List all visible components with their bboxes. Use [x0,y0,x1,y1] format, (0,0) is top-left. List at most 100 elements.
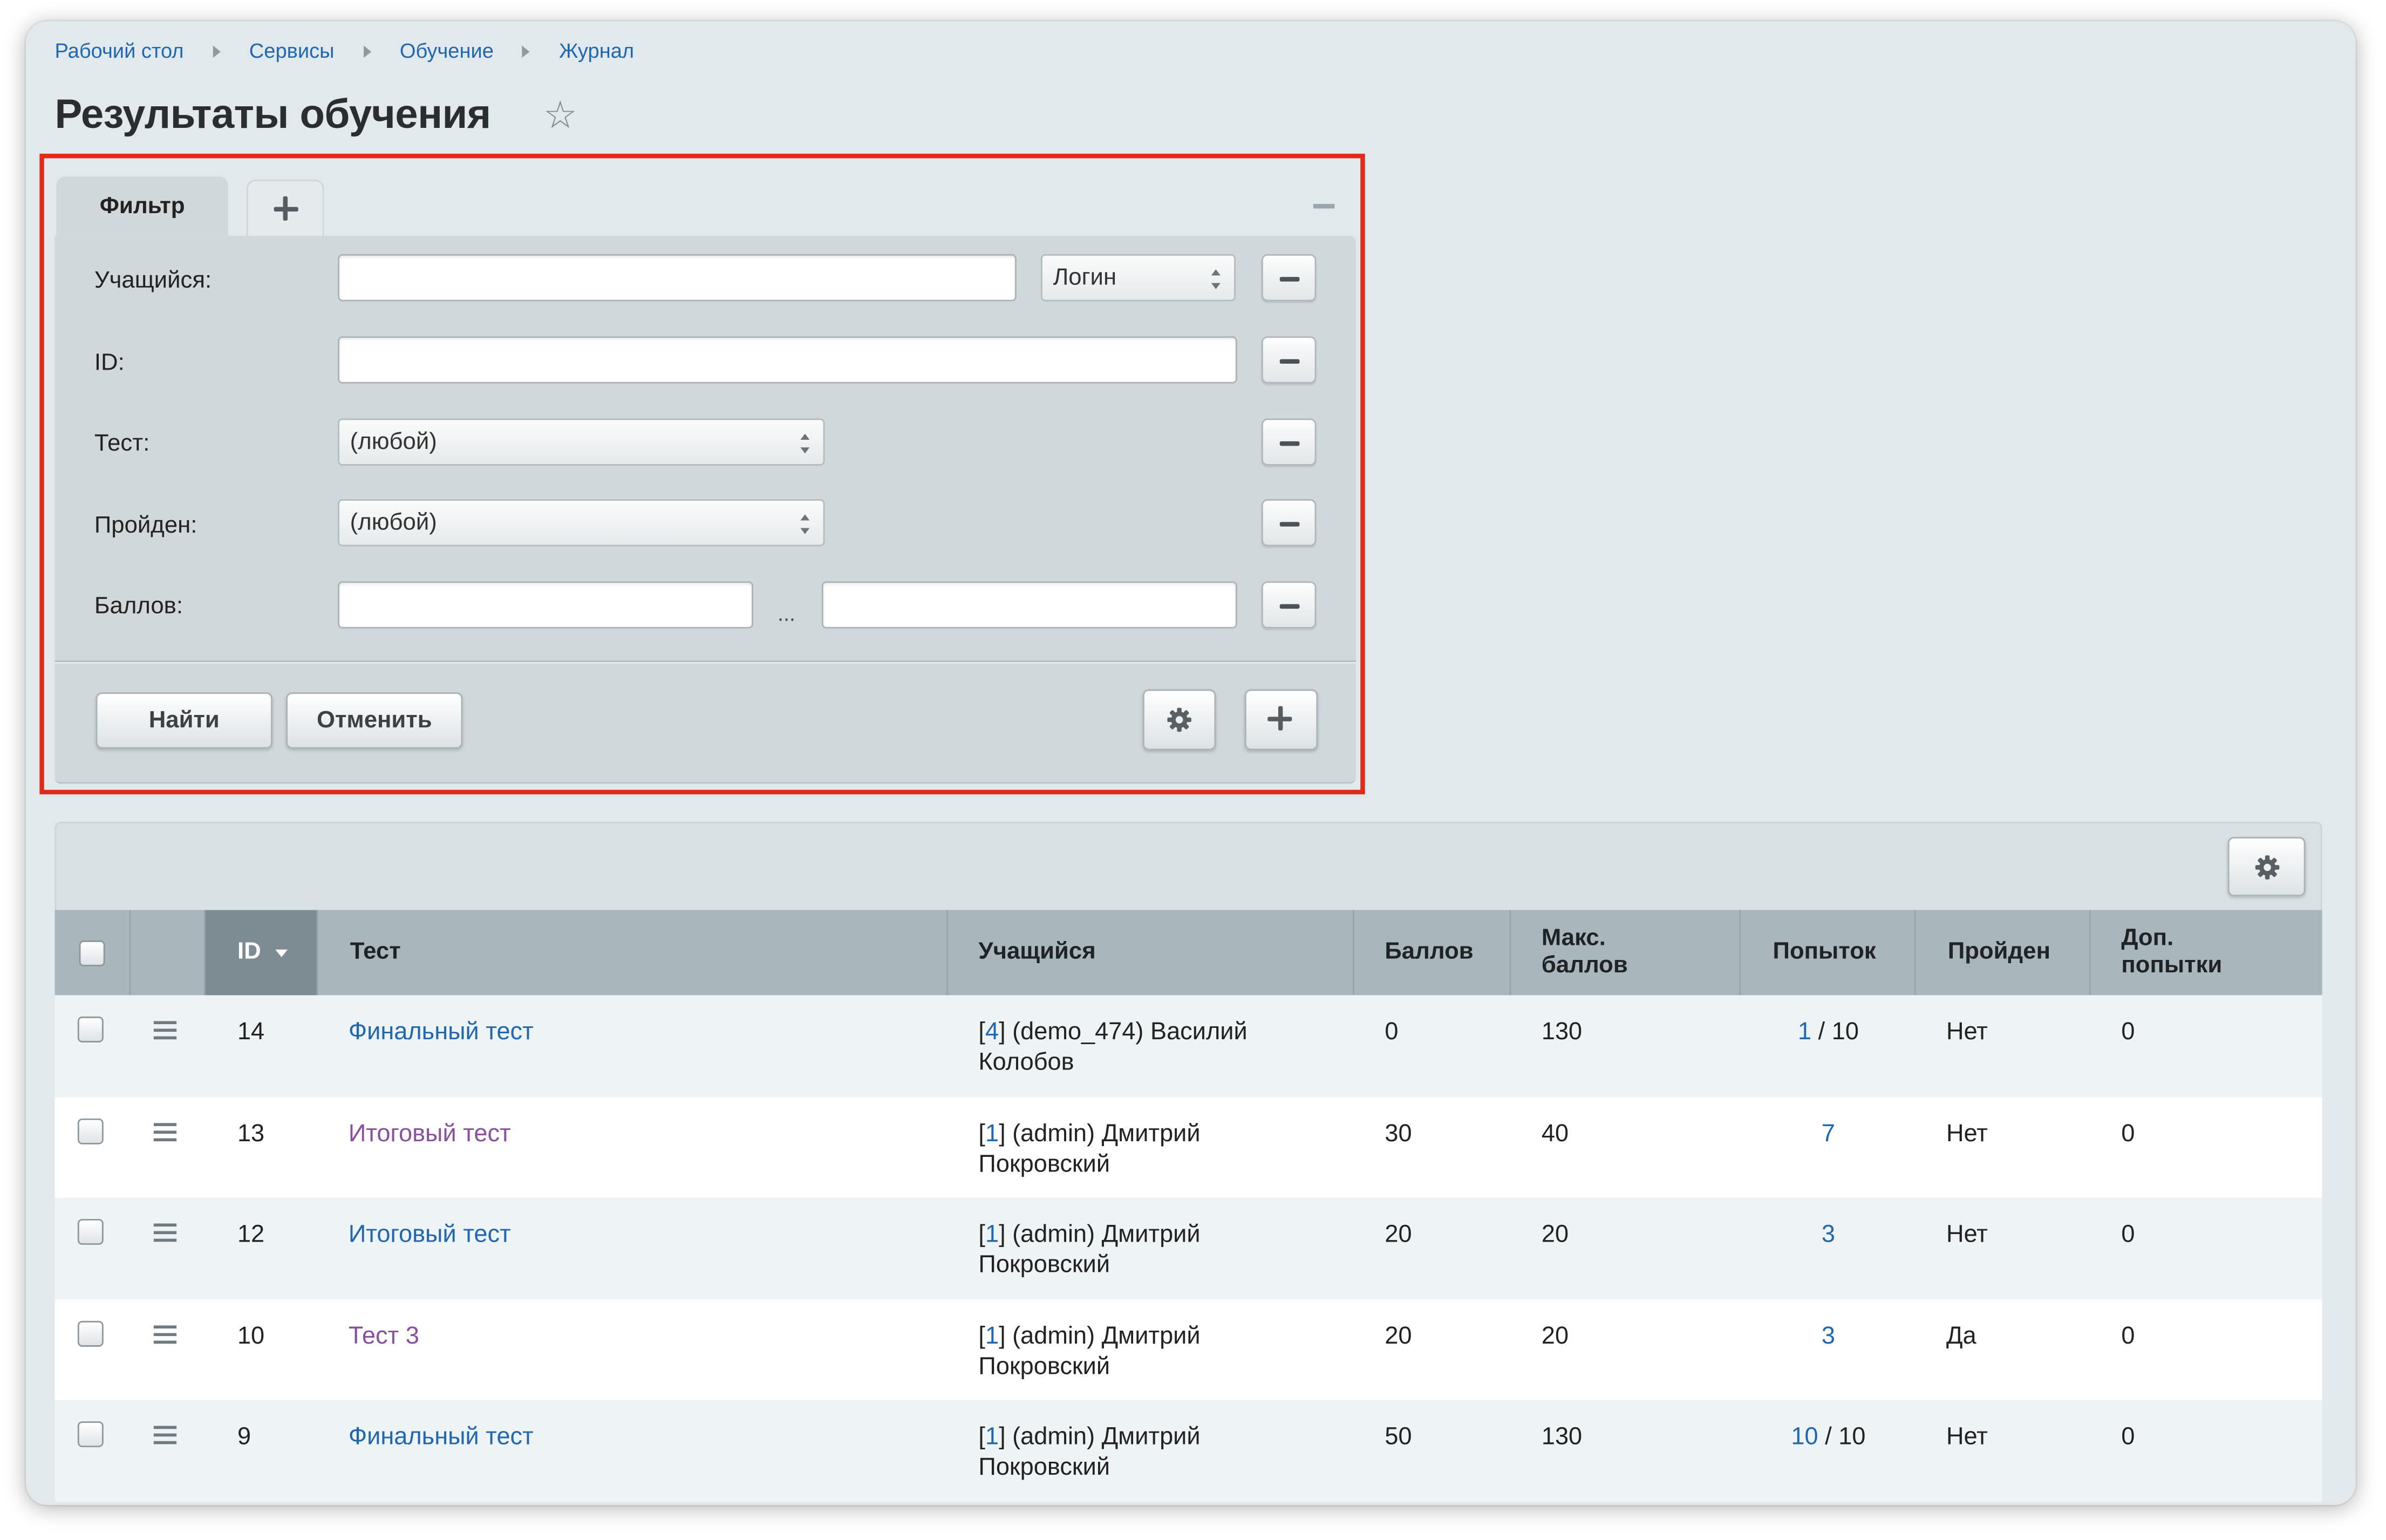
select-arrows-icon [800,514,813,534]
attempts-link[interactable]: 3 [1822,1324,1835,1350]
id-input[interactable] [338,336,1237,384]
select-all-checkbox[interactable] [79,939,105,966]
column-header-attempts[interactable]: Попыток [1741,910,1916,996]
breadcrumb-item-journal[interactable]: Журнал [559,39,634,62]
attempts-link[interactable]: 7 [1822,1121,1835,1147]
attempts-link[interactable]: 10 [1791,1425,1818,1450]
cell-extra-attempts: 0 [2121,1424,2135,1450]
breadcrumb-item-services[interactable]: Сервисы [249,39,335,62]
row-checkbox[interactable] [77,1320,104,1347]
table-header: ID Тест Учащийся Баллов Макс. баллов Поп… [54,910,2322,996]
row-checkbox[interactable] [77,1218,104,1245]
row-checkbox[interactable] [77,1118,104,1144]
chevron-right-icon [522,45,530,57]
test-label: Тест: [94,431,150,457]
filter-settings-button[interactable] [1142,689,1216,751]
remove-passed-field-button[interactable] [1261,499,1317,547]
breadcrumb-item-desktop[interactable]: Рабочий стол [55,39,184,62]
column-header-test[interactable]: Тест [318,910,948,996]
cell-passed: Нет [1946,1222,1988,1248]
cell-passed: Нет [1946,1019,1988,1046]
select-arrows-icon [800,433,813,454]
student-id-link[interactable]: 1 [985,1425,999,1450]
passed-label: Пройден: [94,513,197,539]
remove-score-field-button[interactable] [1261,581,1317,629]
page-title: Результаты обучения [54,91,492,137]
cell-student: [1] (admin) Дмитрий Покровский [978,1424,1201,1481]
remove-test-field-button[interactable] [1261,418,1317,466]
student-name-line1: (admin) Дмитрий [1012,1222,1201,1248]
attempts-link[interactable]: 1 [1798,1020,1811,1046]
cell-test-link[interactable]: Итоговый тест [349,1221,511,1251]
attempts-limit: 10 [1838,1424,1866,1450]
column-header-id[interactable]: ID [205,910,318,996]
score-to-input[interactable] [821,581,1237,629]
student-input[interactable] [338,254,1017,302]
breadcrumb-item-learning[interactable]: Обучение [400,39,494,62]
cell-test-link[interactable]: Тест 3 [349,1323,419,1353]
table-row[interactable]: 10 Тест 3 [1] (admin) Дмитрий Покровский 20 2… [54,1299,2322,1402]
cell-score: 20 [1385,1324,1412,1350]
column-header-student[interactable]: Учащийся [948,910,1354,996]
student-name-line2: Покровский [978,1151,1110,1178]
student-name-line1: (admin) Дмитрий [1012,1324,1201,1350]
menu-icon[interactable] [153,1223,177,1242]
star-icon[interactable]: ☆ [543,97,577,135]
student-name-line2: Покровский [978,1354,1110,1380]
cell-student: [1] (admin) Дмитрий Покровский [978,1324,1201,1380]
header-select-all-cell [55,910,131,996]
student-mode-select[interactable]: Логин [1041,254,1236,302]
cell-max-score: 40 [1541,1121,1569,1148]
table-row[interactable]: 9 Финальный тест [1] (admin) Дмитрий Покров… [54,1400,2322,1502]
row-checkbox[interactable] [77,1421,104,1448]
column-header-extra-attempts[interactable]: Доп. попытки [2091,910,2322,995]
header-actions-cell [131,910,206,996]
student-id-link[interactable]: 1 [985,1324,999,1350]
cell-attempts: 3 [1741,1323,1915,1353]
attempts-separator: / [1811,1019,1832,1046]
cancel-button[interactable]: Отменить [286,692,463,749]
student-name-line2: Покровский [978,1252,1110,1278]
column-header-score[interactable]: Баллов [1354,910,1511,996]
cell-student: [1] (admin) Дмитрий Покровский [978,1121,1201,1178]
cell-test-link[interactable]: Финальный тест [349,1018,534,1048]
cell-score: 0 [1385,1019,1399,1046]
table-row[interactable]: 13 Итоговый тест [1] (admin) Дмитрий Покров… [54,1097,2322,1200]
collapse-filter-button[interactable] [1313,203,1335,209]
column-header-extra-line2: попытки [2121,952,2223,979]
cell-passed: Нет [1946,1121,1988,1148]
cell-max-score: 20 [1541,1324,1569,1350]
grid-toolbar [54,821,2322,910]
passed-select[interactable]: (любой) [338,499,825,547]
score-from-input[interactable] [338,581,753,629]
student-id-link[interactable]: 4 [985,1020,999,1046]
column-header-passed[interactable]: Пройден [1916,910,2091,996]
cell-max-score: 130 [1541,1424,1583,1450]
cell-test-link[interactable]: Финальный тест [349,1423,534,1453]
grid-settings-button[interactable] [2227,837,2306,897]
student-id-link[interactable]: 1 [985,1222,999,1248]
menu-icon[interactable] [153,1123,177,1142]
remove-id-field-button[interactable] [1261,336,1317,384]
table-row[interactable]: 12 Итоговый тест [1] (admin) Дмитрий Покров… [54,1197,2322,1300]
menu-icon[interactable] [153,1021,177,1040]
column-header-max-score[interactable]: Макс. баллов [1511,910,1741,996]
find-button[interactable]: Найти [96,692,272,749]
column-header-max-score-line2: баллов [1541,952,1628,979]
cell-student: [4] (demo_474) Василий Колобов [978,1019,1247,1076]
plus-icon [1267,706,1295,734]
attempts-limit: 10 [1831,1019,1859,1046]
menu-icon[interactable] [153,1426,177,1444]
add-filter-tab-button[interactable] [246,179,324,236]
tab-filter[interactable]: Фильтр [56,176,229,236]
cell-extra-attempts: 0 [2121,1222,2135,1248]
menu-icon[interactable] [153,1325,177,1344]
table-row[interactable]: 1 4 Финальный тест [4] (demo_474) Василий Ко… [54,995,2322,1098]
cell-test-link[interactable]: Итоговый тест [349,1120,511,1150]
row-checkbox[interactable] [77,1016,104,1042]
attempts-link[interactable]: 3 [1822,1222,1835,1248]
student-id-link[interactable]: 1 [985,1121,999,1147]
test-select[interactable]: (любой) [338,418,825,466]
remove-student-field-button[interactable] [1261,254,1317,302]
add-filter-field-button[interactable] [1244,689,1318,751]
